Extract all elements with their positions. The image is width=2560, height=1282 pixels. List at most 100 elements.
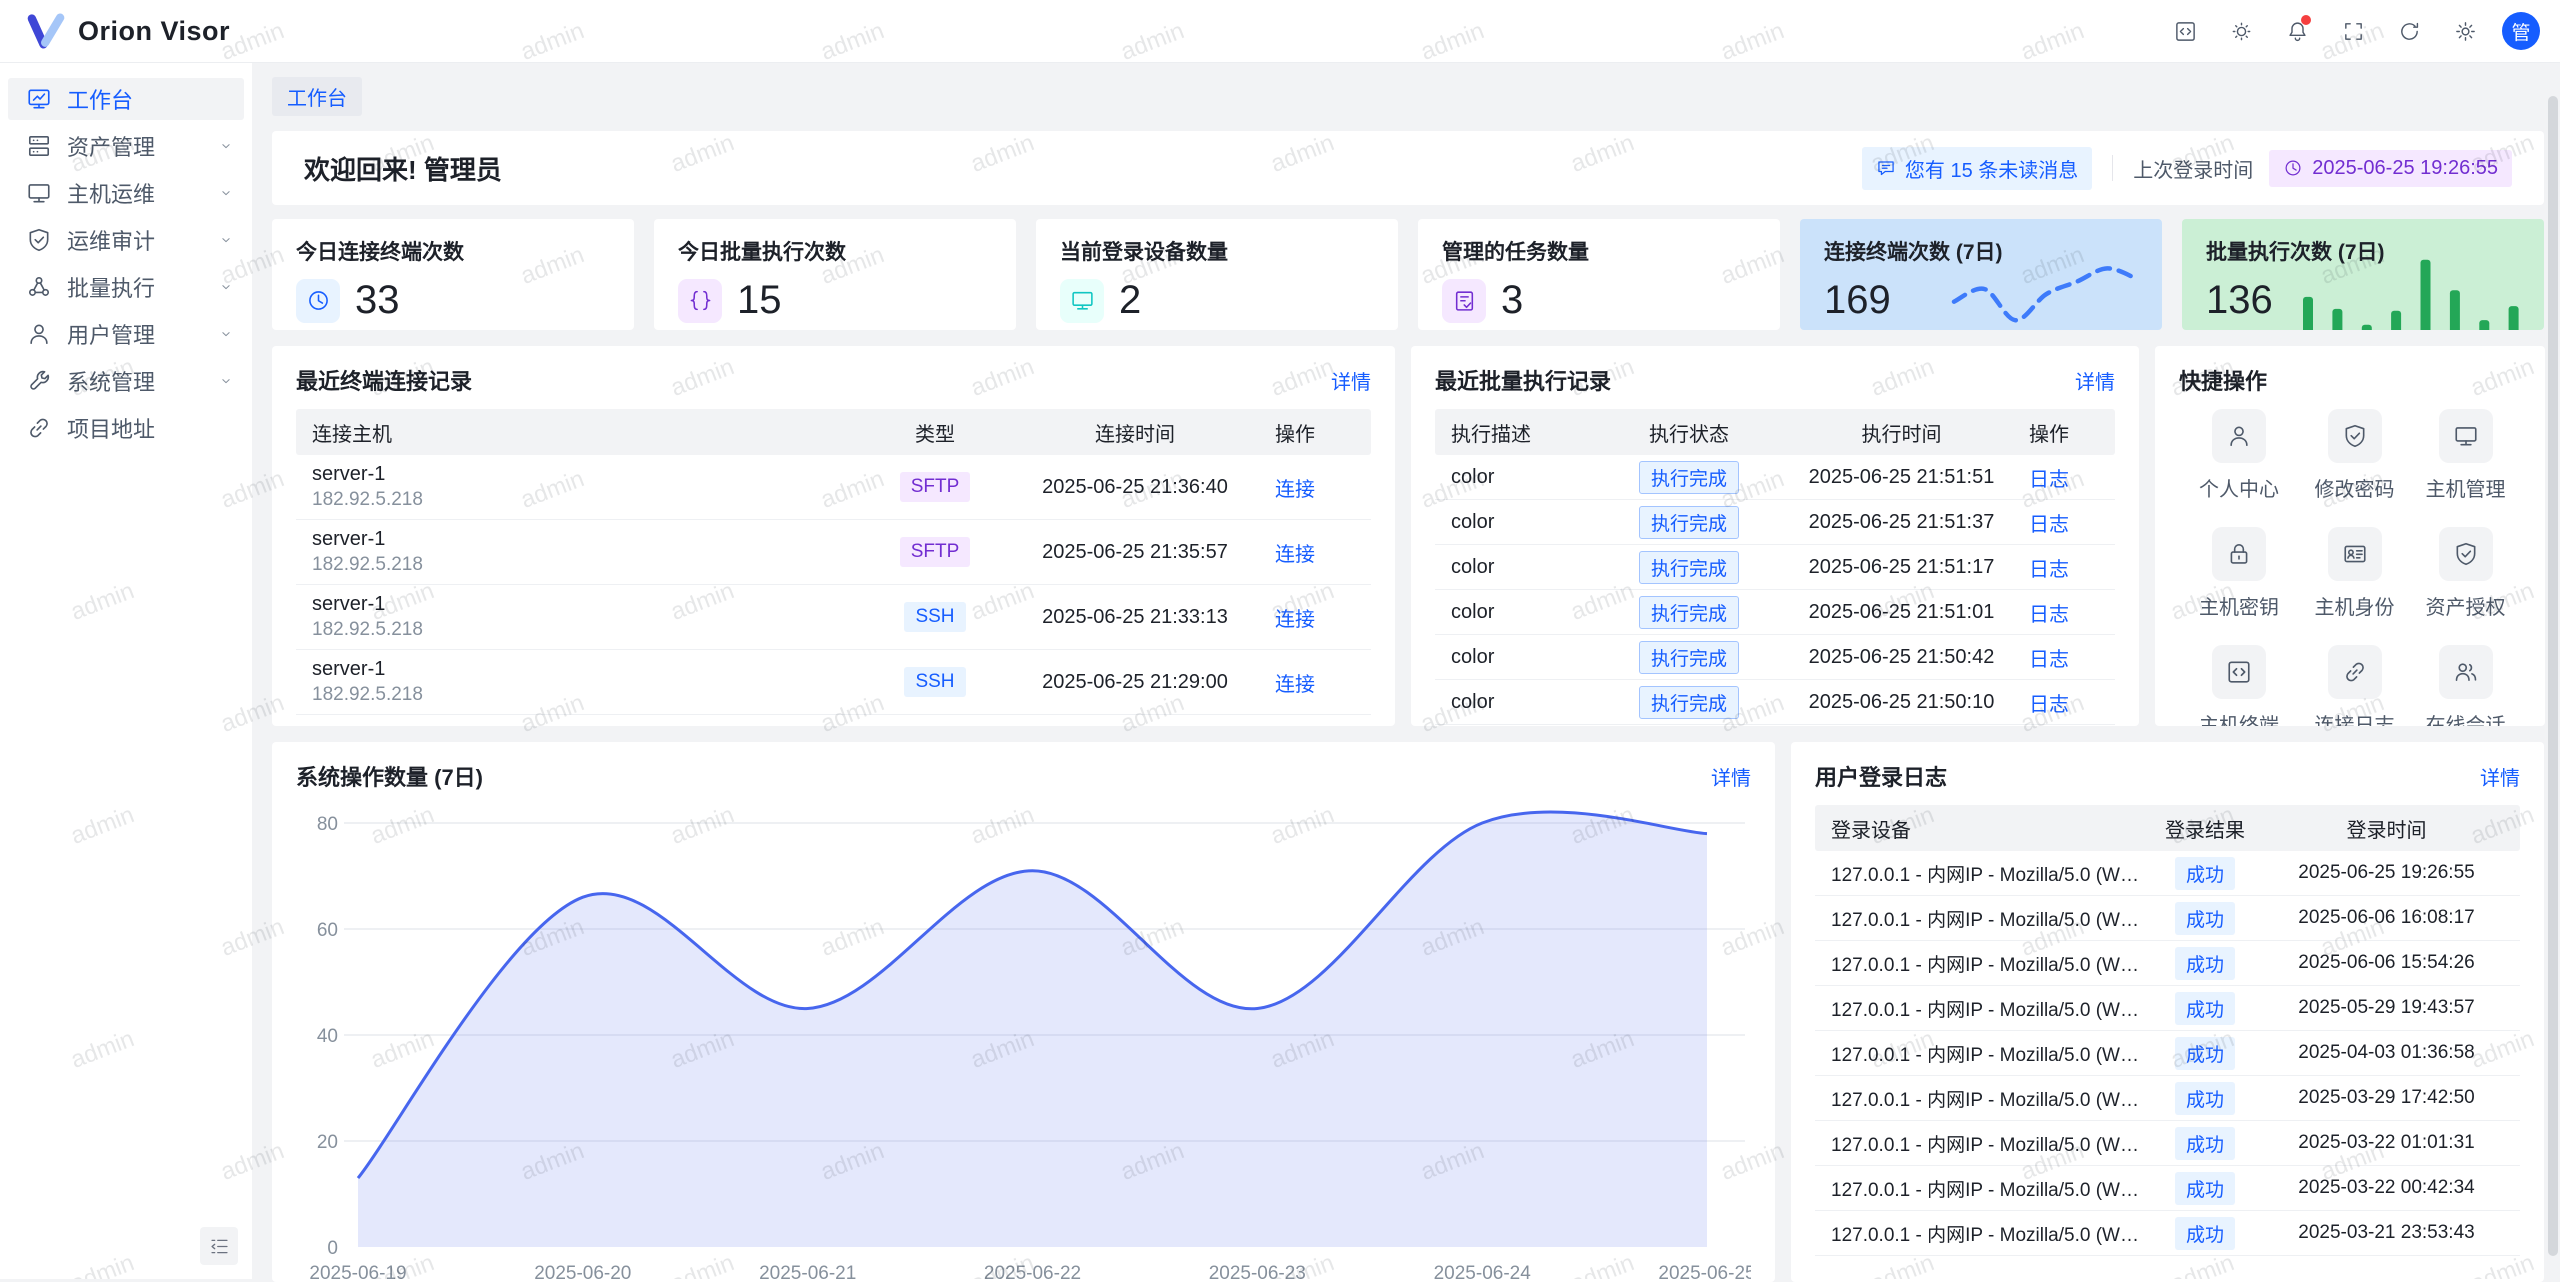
quick-action-icon: [2328, 645, 2382, 699]
task-icon: [1442, 279, 1486, 323]
connect-link[interactable]: 连接: [1275, 609, 1315, 631]
sidebar-item-system-management[interactable]: 系统管理: [8, 360, 244, 402]
breadcrumb-item-workbench[interactable]: 工作台: [272, 77, 362, 116]
sidebar-item-host-ops[interactable]: 主机运维: [8, 172, 244, 214]
notification-dot: [2301, 15, 2311, 25]
sidebar-item-batch-execution[interactable]: 批量执行: [8, 266, 244, 308]
quick-action-host-key[interactable]: 主机密钥: [2179, 527, 2299, 620]
quick-action-change-password[interactable]: 修改密码: [2299, 409, 2410, 502]
refresh-icon[interactable]: [2388, 10, 2430, 52]
type-badge: SFTP: [900, 472, 971, 503]
api-doc-icon[interactable]: [2164, 10, 2206, 52]
table-row: 127.0.0.1 - 内网IP - Mozilla/5.0 (Windows …: [1815, 1166, 2520, 1211]
host-name: server-1: [312, 658, 875, 681]
log-link[interactable]: 日志: [2029, 694, 2069, 716]
login-logs-detail-link[interactable]: 详情: [2480, 762, 2520, 791]
svg-text:0: 0: [327, 1238, 338, 1259]
login-time: 2025-06-25 19:26:55: [2269, 862, 2504, 884]
welcome-banner: 欢迎回来! 管理员 您有 15 条未读消息 上次登录时间 2025-06-25 …: [272, 131, 2544, 205]
login-device: 127.0.0.1 - 内网IP - Mozilla/5.0 (Windows …: [1831, 860, 2141, 887]
fullscreen-icon[interactable]: [2332, 10, 2374, 52]
connect-link[interactable]: 连接: [1275, 544, 1315, 566]
connect-link[interactable]: 连接: [1275, 674, 1315, 696]
theme-icon[interactable]: [2220, 10, 2262, 52]
batch-records-panel: 最近批量执行记录 详情 执行描述 执行状态 执行时间 操作 color 执行完成…: [1411, 346, 2139, 726]
welcome-title: 欢迎回来! 管理员: [304, 150, 502, 187]
sidebar-item-workbench[interactable]: 工作台: [8, 78, 244, 120]
svg-text:2025-06-20: 2025-06-20: [534, 1263, 631, 1282]
user-avatar[interactable]: 管: [2502, 12, 2540, 50]
quick-action-asset-authorization[interactable]: 资产授权: [2410, 527, 2521, 620]
execution-time: 2025-06-25 21:50:42: [1774, 646, 2029, 669]
brand-logo: [26, 11, 66, 51]
sidebar-item-label: 用户管理: [67, 318, 203, 350]
login-device: 127.0.0.1 - 内网IP - Mozilla/5.0 (Windows …: [1831, 1220, 2141, 1247]
sidebar-item-user-management[interactable]: 用户管理: [8, 313, 244, 355]
chevron-down-icon: [218, 232, 234, 248]
quick-action-host-terminal[interactable]: 主机终端: [2179, 645, 2299, 726]
quick-action-host-identity[interactable]: 主机身份: [2299, 527, 2410, 620]
login-result-badge: 成功: [2175, 992, 2235, 1025]
system-ops-detail-link[interactable]: 详情: [1711, 762, 1751, 791]
sidebar-item-asset-management[interactable]: 资产管理: [8, 125, 244, 167]
sidebar-item-project-url[interactable]: 项目地址: [8, 407, 244, 449]
quick-action-online-session[interactable]: 在线会话: [2410, 645, 2521, 726]
system-operations-area-chart: 0204060802025-06-192025-06-202025-06-212…: [296, 805, 1751, 1282]
notification-icon[interactable]: [2276, 10, 2318, 52]
host-ip: 182.92.5.218: [312, 684, 875, 706]
connect-link[interactable]: 连接: [1275, 479, 1315, 501]
quick-action-label: 个人中心: [2179, 473, 2299, 502]
svg-text:2025-06-23: 2025-06-23: [1209, 1263, 1306, 1282]
log-link[interactable]: 日志: [2029, 649, 2069, 671]
stat-value: 2: [1119, 278, 1141, 323]
execution-time: 2025-06-25 21:51:17: [1774, 556, 2029, 579]
sidebar-collapse-button[interactable]: [200, 1227, 238, 1265]
login-logs-panel: 用户登录日志 详情 登录设备 登录结果 登录时间 127.0.0.1 - 内网I…: [1791, 742, 2544, 1282]
clock-icon: [2283, 158, 2303, 178]
quick-action-icon: [2212, 645, 2266, 699]
quick-action-label: 主机终端: [2179, 709, 2299, 726]
sidebar-item-icon: [26, 321, 52, 347]
table-row: color 执行完成 2025-06-25 21:50:42 日志: [1435, 635, 2115, 680]
stat-card-terminal-today: 今日连接终端次数 33: [272, 219, 634, 330]
sidebar-item-label: 系统管理: [67, 365, 203, 397]
top-bar: Orion Visor 管: [0, 0, 2560, 63]
panel-title: 最近终端连接记录: [296, 364, 472, 396]
execution-time: 2025-06-25 21:51:37: [1774, 511, 2029, 534]
table-row: 127.0.0.1 - 内网IP - Mozilla/5.0 (Windows …: [1815, 896, 2520, 941]
svg-text:60: 60: [317, 920, 338, 941]
login-time: 2025-03-22 00:42:34: [2269, 1177, 2504, 1199]
log-link[interactable]: 日志: [2029, 469, 2069, 491]
scrollbar-thumb[interactable]: [2548, 96, 2558, 1256]
sidebar-item-icon: [26, 86, 52, 112]
sidebar-item-label: 工作台: [67, 83, 203, 115]
sidebar-item-icon: [26, 274, 52, 300]
host-name: server-1: [312, 463, 875, 486]
log-link[interactable]: 日志: [2029, 604, 2069, 626]
quick-actions-panel: 快捷操作 个人中心 修改密码 主机管理: [2155, 346, 2545, 726]
unread-messages-badge[interactable]: 您有 15 条未读消息: [1862, 147, 2092, 190]
host-ip: 182.92.5.218: [312, 554, 875, 576]
svg-text:20: 20: [317, 1132, 338, 1153]
table-header: 登录设备 登录结果 登录时间: [1815, 805, 2520, 851]
log-link[interactable]: 日志: [2029, 559, 2069, 581]
quick-action-connection-log[interactable]: 连接日志: [2299, 645, 2410, 726]
log-link[interactable]: 日志: [2029, 514, 2069, 536]
login-time: 2025-03-29 17:42:50: [2269, 1087, 2504, 1109]
table-row: 127.0.0.1 - 内网IP - Mozilla/5.0 (Windows …: [1815, 1211, 2520, 1256]
login-time: 2025-03-22 01:01:31: [2269, 1132, 2504, 1154]
batch-records-detail-link[interactable]: 详情: [2075, 366, 2115, 395]
quick-action-host-management[interactable]: 主机管理: [2410, 409, 2521, 502]
execution-status-badge: 执行完成: [1639, 596, 1739, 629]
brand: Orion Visor: [26, 11, 230, 51]
quick-action-label: 在线会话: [2410, 709, 2521, 726]
quick-action-profile[interactable]: 个人中心: [2179, 409, 2299, 502]
sidebar-item-ops-audit[interactable]: 运维审计: [8, 219, 244, 261]
settings-icon[interactable]: [2444, 10, 2486, 52]
login-result-badge: 成功: [2175, 947, 2235, 980]
stat-card-batch-today: 今日批量执行次数 15: [654, 219, 1016, 330]
terminal-records-detail-link[interactable]: 详情: [1331, 366, 1371, 395]
type-badge: SSH: [904, 602, 965, 633]
login-result-badge: 成功: [2175, 1217, 2235, 1250]
chevron-down-icon: [218, 185, 234, 201]
